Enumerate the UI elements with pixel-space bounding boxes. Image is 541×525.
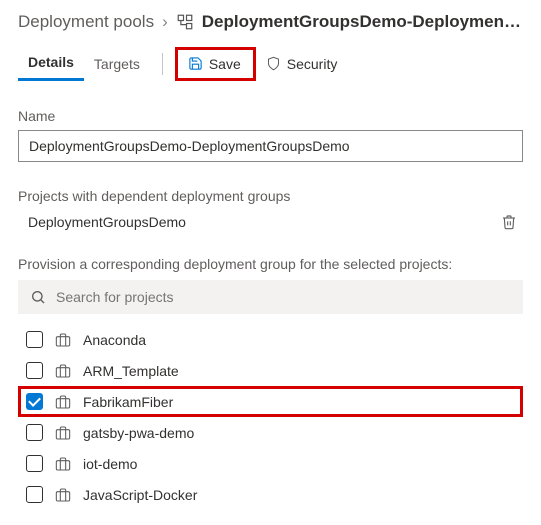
briefcase-icon <box>55 394 71 410</box>
search-input[interactable] <box>56 289 511 305</box>
search-icon <box>30 289 46 305</box>
name-label: Name <box>18 108 523 124</box>
search-projects[interactable] <box>18 280 523 314</box>
project-row-iot-demo[interactable]: iot-demo <box>18 448 523 479</box>
security-button[interactable]: Security <box>256 50 348 78</box>
checkbox[interactable] <box>26 486 43 503</box>
briefcase-icon <box>55 487 71 503</box>
briefcase-icon <box>55 456 71 472</box>
dependent-group-name: DeploymentGroupsDemo <box>28 214 186 230</box>
security-label: Security <box>287 56 338 72</box>
briefcase-icon <box>55 363 71 379</box>
provision-label: Provision a corresponding deployment gro… <box>18 256 523 272</box>
briefcase-icon <box>55 332 71 348</box>
checkbox[interactable] <box>26 393 43 410</box>
project-name: iot-demo <box>83 456 137 472</box>
checkbox[interactable] <box>26 331 43 348</box>
breadcrumb-parent[interactable]: Deployment pools <box>18 12 154 32</box>
project-row-arm-template[interactable]: ARM_Template <box>18 355 523 386</box>
project-name: gatsby-pwa-demo <box>83 425 194 441</box>
project-name: ARM_Template <box>83 363 179 379</box>
project-name: FabrikamFiber <box>83 394 173 410</box>
toolbar-divider <box>162 53 163 75</box>
checkbox[interactable] <box>26 362 43 379</box>
project-row-anaconda[interactable]: Anaconda <box>18 324 523 355</box>
project-row-fabrikamfiber[interactable]: FabrikamFiber <box>18 386 523 417</box>
project-row-gatsby[interactable]: gatsby-pwa-demo <box>18 417 523 448</box>
breadcrumb-current: DeploymentGroupsDemo-Deployment... <box>202 12 523 32</box>
name-input[interactable] <box>18 130 523 162</box>
project-name: JavaScript-Docker <box>83 487 197 503</box>
tab-targets[interactable]: Targets <box>84 48 150 80</box>
project-list: Anaconda ARM_Template FabrikamFiber gats… <box>18 324 523 510</box>
delete-icon[interactable] <box>501 214 517 230</box>
briefcase-icon <box>55 425 71 441</box>
project-name: Anaconda <box>83 332 146 348</box>
checkbox[interactable] <box>26 424 43 441</box>
dependent-group-row: DeploymentGroupsDemo <box>18 210 523 234</box>
toolbar: Details Targets Save Security <box>18 46 523 82</box>
save-label: Save <box>209 56 241 72</box>
checkbox[interactable] <box>26 455 43 472</box>
save-icon <box>188 56 203 71</box>
highlight-save: Save <box>175 47 256 81</box>
tab-details[interactable]: Details <box>18 46 84 81</box>
chevron-right-icon: › <box>162 12 168 32</box>
save-button[interactable]: Save <box>180 52 249 76</box>
project-row-js-docker[interactable]: JavaScript-Docker <box>18 479 523 510</box>
deployment-pool-icon <box>176 13 194 31</box>
dependent-groups-label: Projects with dependent deployment group… <box>18 188 523 204</box>
shield-icon <box>266 56 281 71</box>
breadcrumb: Deployment pools › DeploymentGroupsDemo-… <box>18 12 523 32</box>
